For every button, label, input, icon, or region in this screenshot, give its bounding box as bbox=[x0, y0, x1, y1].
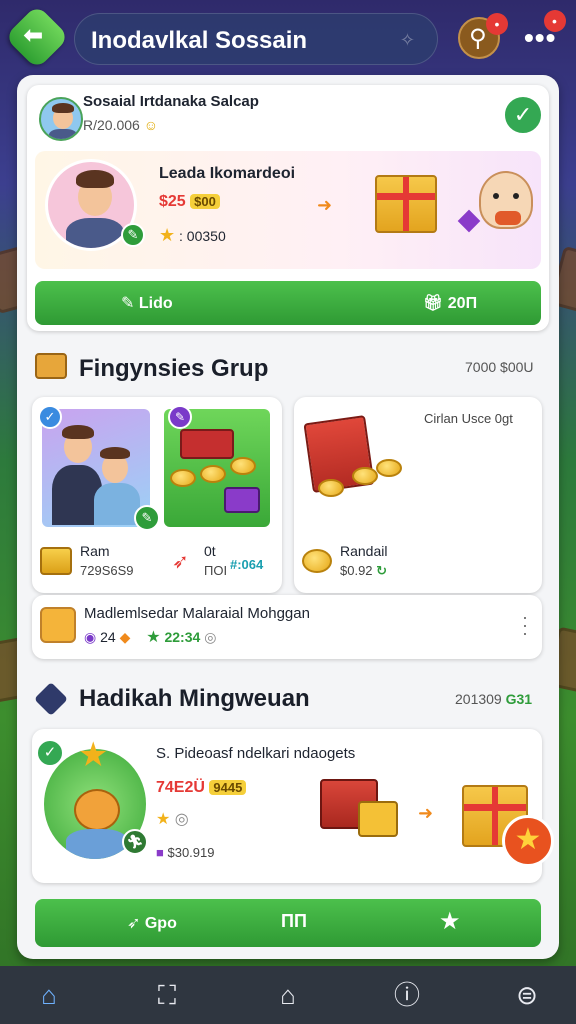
orange-gem-icon: ◆ bbox=[119, 629, 131, 645]
weekly-action-bar: ➶ Gpo ПП ★ bbox=[35, 899, 541, 947]
star-icon: ★ bbox=[159, 225, 176, 245]
weekly-price-tag: 9445 bbox=[209, 780, 247, 795]
tag-icon bbox=[34, 682, 68, 716]
purple-square-icon: ■ bbox=[156, 845, 164, 860]
green-star-icon: ★ bbox=[146, 629, 161, 646]
pencil-icon: ✎ bbox=[121, 295, 135, 312]
row-val1: 24 bbox=[100, 629, 116, 645]
profile-card: Sosaial Irtdanaka Salcap R/20.006 ☺ ✓ ✎ … bbox=[27, 85, 549, 331]
more-button[interactable]: ••• • bbox=[524, 10, 566, 54]
item2-name: 0t bbox=[204, 543, 216, 559]
rocket-icon: ➶ bbox=[172, 551, 189, 573]
item1-value: 729S6S9 bbox=[80, 563, 134, 578]
gift-button[interactable]: 🎁︎ 20П bbox=[423, 293, 477, 313]
couple-image bbox=[42, 409, 150, 527]
right-card-title: Cirlan Usce 0gt bbox=[424, 411, 513, 426]
bottom-nav: ⌂ ⛶ ⌂ ⓘ ⊜ bbox=[0, 966, 576, 1024]
section-title-group: Fingynsies Grup bbox=[79, 355, 269, 382]
weekly-price: 74E2Ü bbox=[156, 779, 205, 796]
yellow-box-icon bbox=[358, 801, 398, 837]
item2-value: #:064 bbox=[230, 557, 264, 572]
weekly-runner-icon: 🏃︎ bbox=[122, 829, 148, 855]
edit-button[interactable]: ✎ Lido bbox=[121, 293, 173, 313]
featured-banner: ✎ Leada Ikomardeoi $25 $00 ★ : 00350 ➜ bbox=[35, 151, 541, 269]
back-button[interactable]: ⬅ bbox=[4, 4, 70, 70]
item2-sub: ПОІ bbox=[204, 563, 228, 578]
item1-name: Ram bbox=[80, 543, 110, 559]
arrow-right-icon: ➜ bbox=[418, 803, 434, 823]
blue-badge-icon: ✓ bbox=[38, 405, 62, 429]
info-icon[interactable]: ⓘ bbox=[390, 978, 424, 1012]
profile-name: Sosaial Irtdanaka Salcap bbox=[83, 93, 259, 110]
favorite-button[interactable]: ★ bbox=[439, 907, 461, 936]
weekly-check-icon: ✓ bbox=[36, 739, 64, 767]
go-button[interactable]: ➶ Gpo bbox=[127, 913, 177, 933]
notification-badge: • bbox=[544, 10, 566, 32]
weekly-meta-num: 201309 bbox=[455, 691, 502, 707]
profile-id: R/20.006 bbox=[83, 117, 140, 133]
purple-token-icon: ◉ bbox=[84, 629, 97, 645]
hamster-mascot-icon bbox=[479, 171, 533, 229]
section-title-weekly: Hadikah Mingweuan bbox=[79, 685, 310, 712]
home-icon[interactable]: ⌂ bbox=[32, 978, 66, 1012]
treasure-icon bbox=[40, 607, 76, 643]
search-button[interactable]: ⚲ • bbox=[458, 13, 508, 59]
notification-badge: • bbox=[486, 13, 508, 35]
chest-icon bbox=[35, 353, 67, 379]
star-badge-button[interactable]: ★ bbox=[502, 815, 554, 867]
bookmark-icon[interactable]: ⛶ bbox=[150, 978, 184, 1012]
group-list-row[interactable]: Madlemlsedar Malaraial Mohggan ◉ 24 ◆ ★ … bbox=[32, 595, 542, 659]
item3-name: Randail bbox=[340, 543, 388, 559]
kebab-menu-icon[interactable]: · · · bbox=[522, 608, 528, 642]
row-title: Madlemlsedar Malaraial Mohggan bbox=[84, 605, 310, 622]
arrow-left-icon: ⬅ bbox=[23, 21, 44, 49]
rocket-icon: ➶ bbox=[127, 915, 141, 932]
group-card-left[interactable]: ✓ ✎ ✎ Ram 729S6S9 ➶ 0t ПОІ #:064 bbox=[32, 397, 282, 593]
smile-icon: ☺ bbox=[143, 117, 159, 133]
weekly-card[interactable]: ✓ ★ 🏃︎ S. Pideoasf ndelkari ndaogets 74E… bbox=[32, 729, 554, 883]
row-val2: 22:34 bbox=[164, 629, 201, 645]
arrow-right-icon: ➜ bbox=[317, 195, 333, 215]
house-icon[interactable]: ⌂ bbox=[271, 978, 305, 1012]
search-icon: ⚲ bbox=[469, 25, 487, 52]
gift-box-icon bbox=[375, 175, 437, 233]
group-card-right[interactable]: Cirlan Usce 0gt Randail $0.92 ↻ bbox=[294, 397, 542, 593]
group-meta: 7000 $00U bbox=[465, 359, 534, 375]
grid-button[interactable]: ПП bbox=[281, 911, 307, 932]
main-panel: Sosaial Irtdanaka Salcap R/20.006 ☺ ✓ ✎ … bbox=[17, 75, 559, 959]
star-icon: ★ bbox=[156, 811, 171, 828]
profile-action-bar: ✎ Lido 🎁︎ 20П bbox=[35, 281, 541, 325]
weekly-card-title: S. Pideoasf ndelkari ndaogets bbox=[156, 745, 356, 762]
gold-bars-icon bbox=[40, 547, 72, 575]
gray-token-icon: ◎ bbox=[174, 811, 189, 828]
featured-price: $25 bbox=[159, 193, 186, 210]
weekly-meta-green: G31 bbox=[505, 691, 533, 707]
settings-icon[interactable]: ⊜ bbox=[510, 978, 544, 1012]
gray-token-icon: ◎ bbox=[204, 629, 217, 645]
refresh-icon: ↻ bbox=[376, 563, 388, 578]
gift-icon: 🎁︎ bbox=[423, 295, 444, 312]
title-pill[interactable]: Inodavlkal Sossain ✧ bbox=[74, 13, 438, 65]
verified-check-icon[interactable]: ✓ bbox=[503, 95, 543, 135]
featured-badge-icon: ✎ bbox=[121, 223, 145, 247]
item3-value: $0.92 bbox=[340, 563, 373, 578]
sparkle-icon: ✧ bbox=[399, 30, 415, 50]
purple-badge-icon: ✎ bbox=[168, 405, 192, 429]
gold-star-icon: ★ bbox=[78, 736, 109, 774]
coin-stack-icon bbox=[302, 549, 332, 573]
featured-price-tag: $00 bbox=[190, 194, 220, 209]
edit-badge-icon: ✎ bbox=[134, 505, 160, 531]
user-avatar[interactable] bbox=[39, 97, 83, 141]
featured-star-value: : 00350 bbox=[179, 228, 226, 244]
top-bar: ⬅ Inodavlkal Sossain ✧ ⚲ • ••• • bbox=[0, 0, 576, 76]
featured-name: Leada Ikomardeoi bbox=[159, 165, 296, 182]
weekly-value: $30.919 bbox=[167, 845, 215, 860]
gem-icon bbox=[457, 209, 481, 233]
page-title: Inodavlkal Sossain bbox=[91, 27, 308, 54]
